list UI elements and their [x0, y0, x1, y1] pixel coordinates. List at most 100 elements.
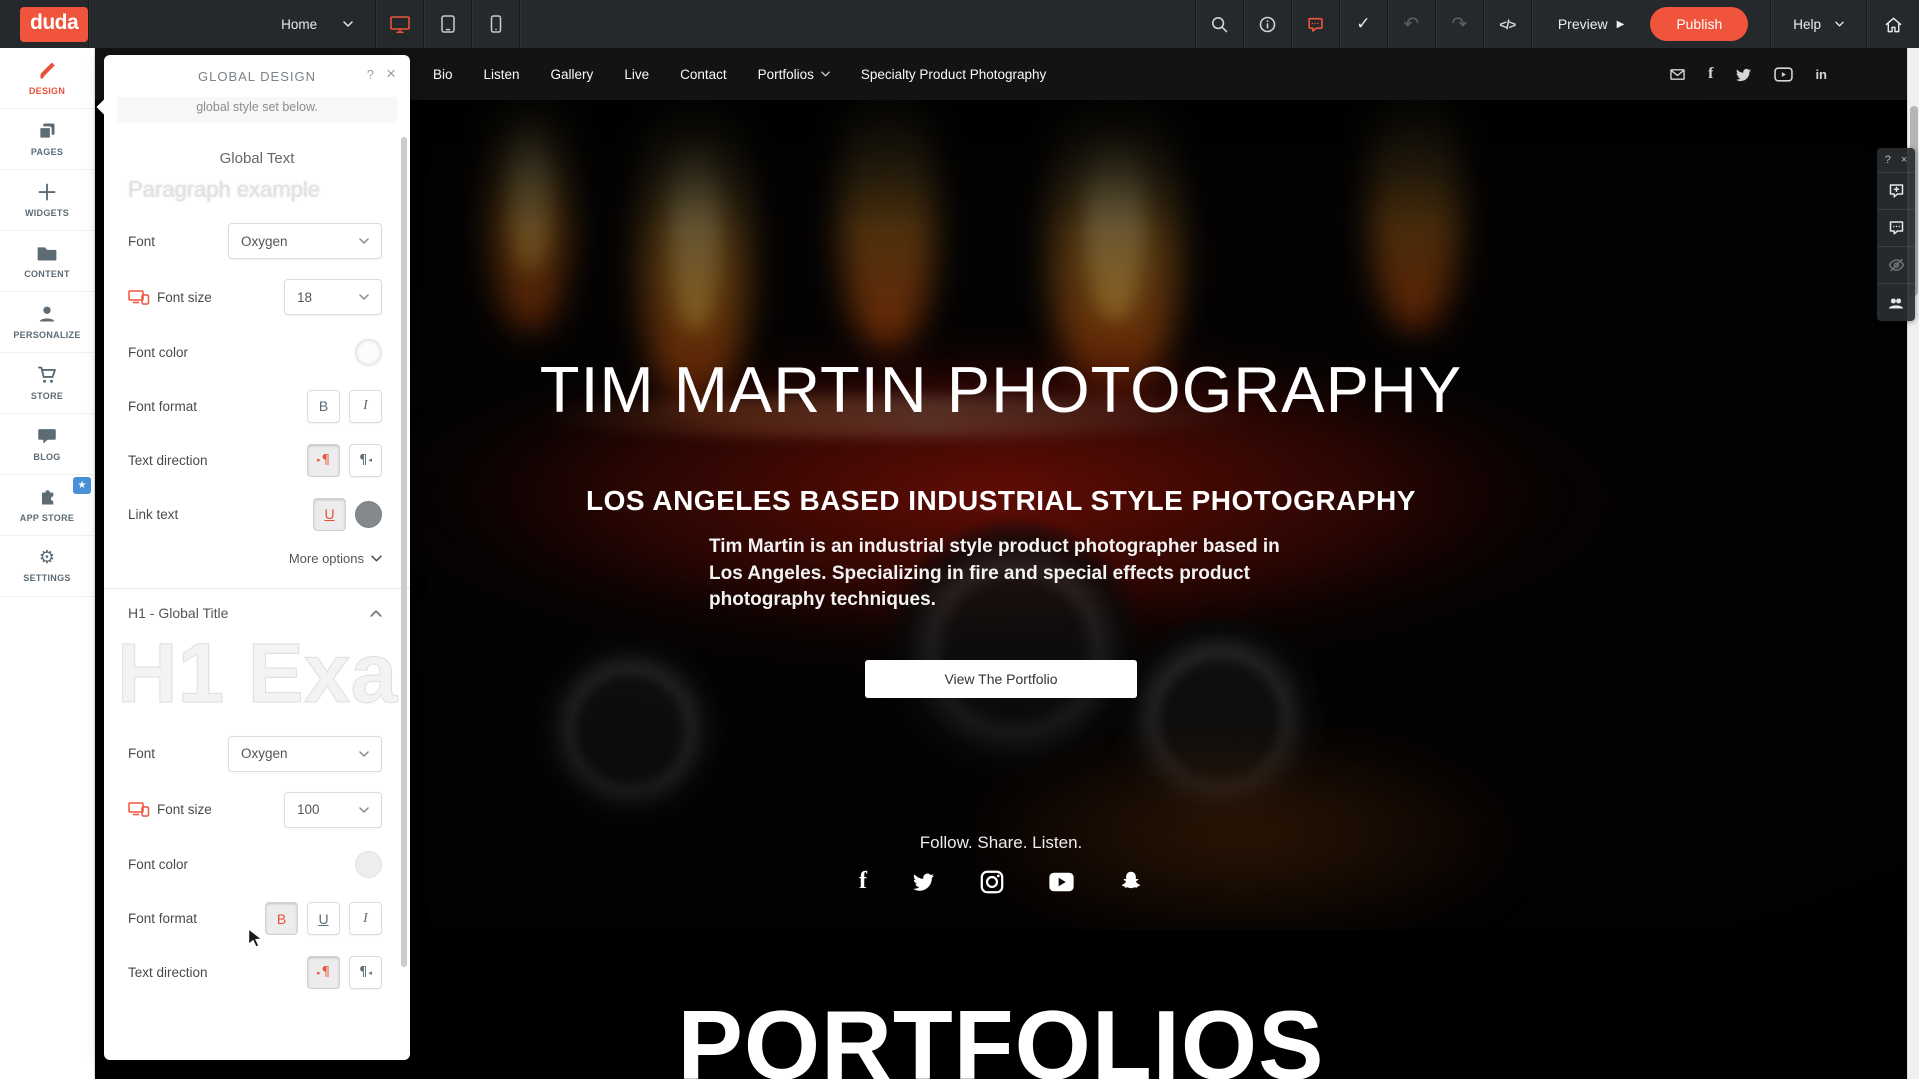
facebook-icon[interactable]: f	[859, 868, 867, 895]
add-comment-button[interactable]	[1877, 173, 1915, 210]
more-options-button[interactable]: More options	[132, 551, 382, 566]
bold-button[interactable]: B	[307, 390, 340, 423]
hide-comments-button[interactable]	[1877, 247, 1915, 284]
folder-icon	[37, 243, 57, 263]
snapchat-icon[interactable]	[1119, 870, 1143, 893]
sidebar-item-store[interactable]: STORE	[0, 353, 94, 414]
h1-underline-button[interactable]: U	[307, 902, 340, 935]
youtube-icon[interactable]	[1774, 67, 1793, 82]
sidebar-item-widgets[interactable]: WIDGETS	[0, 170, 94, 231]
h1-rtl-button[interactable]: ¶◂	[349, 956, 382, 989]
tablet-view-button[interactable]	[424, 0, 471, 48]
h1-ltr-button[interactable]: ▸¶	[307, 956, 340, 989]
panel-close-button[interactable]: ×	[386, 64, 396, 84]
undo-button[interactable]: ↶	[1388, 0, 1435, 48]
panel-help-button[interactable]: ?	[367, 67, 374, 82]
sidebar-item-settings[interactable]: ⚙ SETTINGS	[0, 536, 94, 597]
h1-bold-button[interactable]: B	[265, 902, 298, 935]
feedback-chat-button[interactable]	[1292, 0, 1339, 48]
twitter-icon[interactable]	[1735, 67, 1752, 82]
h1-font-select[interactable]: Oxygen	[228, 736, 382, 772]
ltr-button[interactable]: ▸¶	[307, 444, 340, 477]
site-nav-gallery[interactable]: Gallery	[551, 67, 594, 82]
site-nav-bio[interactable]: Bio	[433, 67, 453, 82]
mobile-view-button[interactable]	[472, 0, 519, 48]
font-label: Font	[128, 234, 155, 249]
italic-button[interactable]: I	[349, 390, 382, 423]
gear-icon: ⚙	[39, 549, 55, 567]
site-nav-contact[interactable]: Contact	[680, 67, 727, 82]
redo-button[interactable]: ↷	[1436, 0, 1483, 48]
page-selector-label: Home	[281, 17, 317, 32]
help-dropdown[interactable]: Help	[1771, 0, 1866, 48]
h1-font-size-value: 100	[297, 802, 320, 817]
email-icon[interactable]	[1669, 67, 1686, 82]
dashboard-home-button[interactable]	[1867, 0, 1919, 48]
new-apps-badge: ★	[73, 477, 91, 494]
hero-paragraph: Tim Martin is an industrial style produc…	[709, 534, 1293, 614]
site-nav-live[interactable]: Live	[624, 67, 649, 82]
h1-font-color-row: Font color	[128, 848, 382, 882]
font-size-select[interactable]: 18	[284, 279, 382, 315]
twitter-icon[interactable]	[911, 871, 936, 892]
sidebar-label: PERSONALIZE	[13, 330, 80, 340]
tablet-icon	[440, 15, 456, 33]
responsive-devices-icon	[128, 802, 150, 817]
collaborators-button[interactable]	[1877, 284, 1915, 321]
mobile-icon	[488, 15, 504, 33]
font-select[interactable]: Oxygen	[228, 223, 382, 259]
rtl-button[interactable]: ¶◂	[349, 444, 382, 477]
facebook-icon[interactable]: f	[1708, 65, 1713, 83]
preview-label: Preview	[1558, 16, 1608, 32]
sidebar-item-pages[interactable]: PAGES	[0, 109, 94, 170]
page-selector-dropdown[interactable]: Home	[259, 0, 375, 48]
site-nav-listen[interactable]: Listen	[484, 67, 520, 82]
comments-list-button[interactable]	[1877, 210, 1915, 247]
h1-font-color-swatch[interactable]	[355, 851, 382, 878]
search-button[interactable]	[1196, 0, 1243, 48]
linkedin-icon[interactable]: in	[1815, 67, 1827, 82]
person-icon	[37, 304, 57, 324]
global-design-panel: GLOBAL DESIGN ? × global style set below…	[104, 55, 410, 1060]
toolbar-right-cluster: ✓ ↶ ↷ </> Preview ▶ Publish Help	[1195, 0, 1919, 48]
site-nav-portfolios[interactable]: Portfolios	[758, 67, 830, 82]
font-color-row: Font color	[128, 335, 382, 369]
sidebar-item-app-store[interactable]: ★ APP STORE	[0, 475, 94, 536]
font-format-label: Font format	[128, 399, 197, 414]
link-underline-button[interactable]: U	[313, 498, 346, 531]
sidebar-item-personalize[interactable]: PERSONALIZE	[0, 292, 94, 353]
toolbar-separator	[88, 0, 89, 48]
publish-button[interactable]: Publish	[1650, 7, 1748, 41]
help-button[interactable]: ?	[1885, 154, 1891, 166]
puzzle-icon	[37, 487, 57, 507]
hero-subtitle: LOS ANGELES BASED INDUSTRIAL STYLE PHOTO…	[586, 485, 1416, 517]
save-check-button[interactable]: ✓	[1340, 0, 1387, 48]
plus-icon	[37, 182, 57, 202]
font-row: Font Oxygen	[128, 223, 382, 259]
instagram-icon[interactable]	[980, 870, 1004, 894]
chat-bubble-icon	[1306, 16, 1324, 33]
sidebar-item-blog[interactable]: BLOG	[0, 414, 94, 475]
sidebar-item-content[interactable]: CONTENT	[0, 231, 94, 292]
preview-button[interactable]: Preview ▶	[1532, 0, 1651, 48]
sidebar-label: STORE	[31, 391, 63, 401]
dev-mode-button[interactable]: </>	[1484, 0, 1531, 48]
global-text-heading: Global Text	[104, 150, 410, 167]
h1-font-size-select[interactable]: 100	[284, 792, 382, 828]
youtube-icon[interactable]	[1048, 872, 1075, 892]
duda-logo[interactable]: duda	[20, 7, 88, 42]
hero-social-icons: f	[859, 868, 1143, 895]
desktop-view-button[interactable]	[376, 0, 423, 48]
h1-italic-button[interactable]: I	[349, 902, 382, 935]
view-portfolio-button[interactable]: View The Portfolio	[865, 660, 1137, 698]
sidebar-item-design[interactable]: DESIGN	[0, 48, 94, 109]
close-button[interactable]: ×	[1901, 154, 1907, 166]
h1-section-header[interactable]: H1 - Global Title	[128, 605, 382, 621]
info-button[interactable]	[1244, 0, 1291, 48]
panel-scrollbar[interactable]	[401, 137, 407, 967]
sidebar-label: SETTINGS	[23, 573, 70, 583]
link-color-swatch[interactable]	[355, 501, 382, 528]
hero-follow-text: Follow. Share. Listen.	[920, 833, 1083, 853]
font-color-swatch[interactable]	[355, 339, 382, 366]
site-nav-specialty[interactable]: Specialty Product Photography	[861, 67, 1046, 82]
